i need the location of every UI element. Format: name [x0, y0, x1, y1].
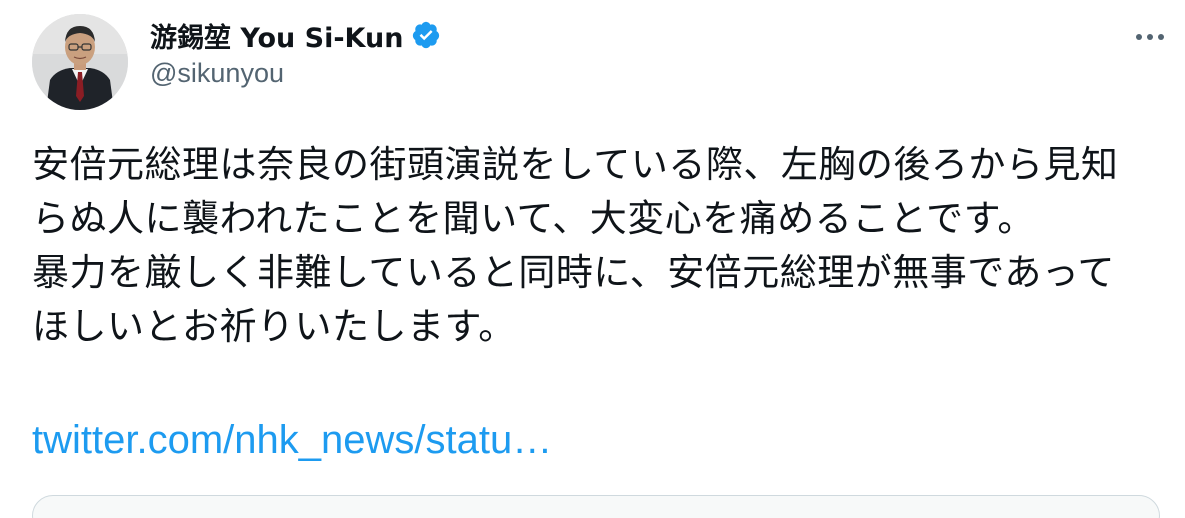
- profile-photo-icon: [32, 14, 128, 110]
- author-handle[interactable]: @sikunyou: [150, 58, 284, 89]
- link-card-preview[interactable]: [32, 495, 1160, 518]
- author-display-name[interactable]: 游錫堃 You Si-Kun: [150, 16, 403, 55]
- verified-badge-icon: [411, 20, 441, 50]
- tweet-link[interactable]: twitter.com/nhk_news/statu…: [32, 418, 552, 463]
- tweet-paragraph: 安倍元総理は奈良の街頭演説をしている際、左胸の後ろから見知らぬ人に襲われたことを…: [32, 143, 1119, 240]
- tweet-paragraph: 暴力を厳しく非難していると同時に、安倍元総理が無事であってほしいとお祈りいたしま…: [32, 251, 1116, 348]
- avatar[interactable]: [32, 14, 128, 110]
- tweet-text: 安倍元総理は奈良の街頭演説をしている際、左胸の後ろから見知らぬ人に襲われたことを…: [32, 138, 1152, 354]
- more-horizontal-icon: [1136, 34, 1164, 40]
- more-options-button[interactable]: [1133, 22, 1167, 52]
- author-name-row[interactable]: 游錫堃 You Si-Kun: [150, 16, 441, 54]
